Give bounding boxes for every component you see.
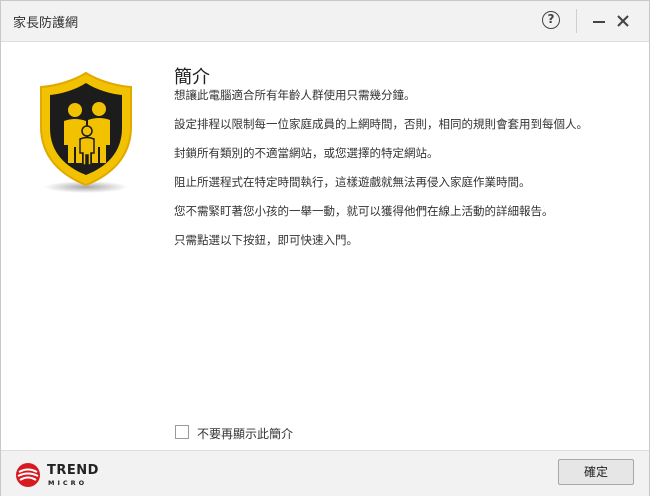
logo-text-trend: TREND	[47, 463, 99, 478]
dont-show-again-checkbox[interactable]	[175, 425, 189, 439]
trend-micro-logo-icon: TREND MICRO	[15, 462, 105, 488]
ok-button[interactable]: 確定	[558, 459, 634, 485]
minimize-icon[interactable]	[591, 13, 607, 29]
intro-description: 想讓此電腦適合所有年齡人群使用只需幾分鐘。 設定排程以限制每一位家庭成員的上網時…	[174, 87, 634, 261]
intro-paragraph: 想讓此電腦適合所有年齡人群使用只需幾分鐘。	[174, 88, 416, 102]
intro-paragraph: 阻止所選程式在特定時間執行，這樣遊戲就無法再侵入家庭作業時間。	[174, 175, 531, 189]
intro-paragraph: 封鎖所有類別的不適當網站，或您選擇的特定網站。	[174, 146, 439, 160]
dont-show-again-label[interactable]: 不要再顯示此簡介	[197, 425, 293, 442]
footer-bar: TREND MICRO 確定	[1, 450, 649, 496]
intro-paragraph: 設定排程以限制每一位家庭成員的上網時間，否則，相同的規則會套用到每個人。	[174, 117, 588, 131]
titlebar-divider	[576, 9, 577, 33]
logo-text-micro: MICRO	[48, 479, 88, 487]
family-shield-icon	[31, 69, 141, 199]
title-bar: 家長防護網 ?	[1, 1, 649, 42]
intro-paragraph: 只需點選以下按鈕，即可快速入門。	[174, 233, 358, 247]
help-icon[interactable]: ?	[542, 11, 560, 29]
close-icon[interactable]	[615, 13, 631, 29]
parental-controls-window: 家長防護網 ? 簡介 想讓此電腦適合所有年齡人群使用只需幾分鐘。 設定排程以限制…	[0, 0, 650, 496]
intro-heading: 簡介	[174, 67, 210, 88]
intro-paragraph: 您不需緊盯著您小孩的一舉一動，就可以獲得他們在線上活動的詳細報告。	[174, 204, 554, 218]
window-title: 家長防護網	[13, 16, 79, 31]
